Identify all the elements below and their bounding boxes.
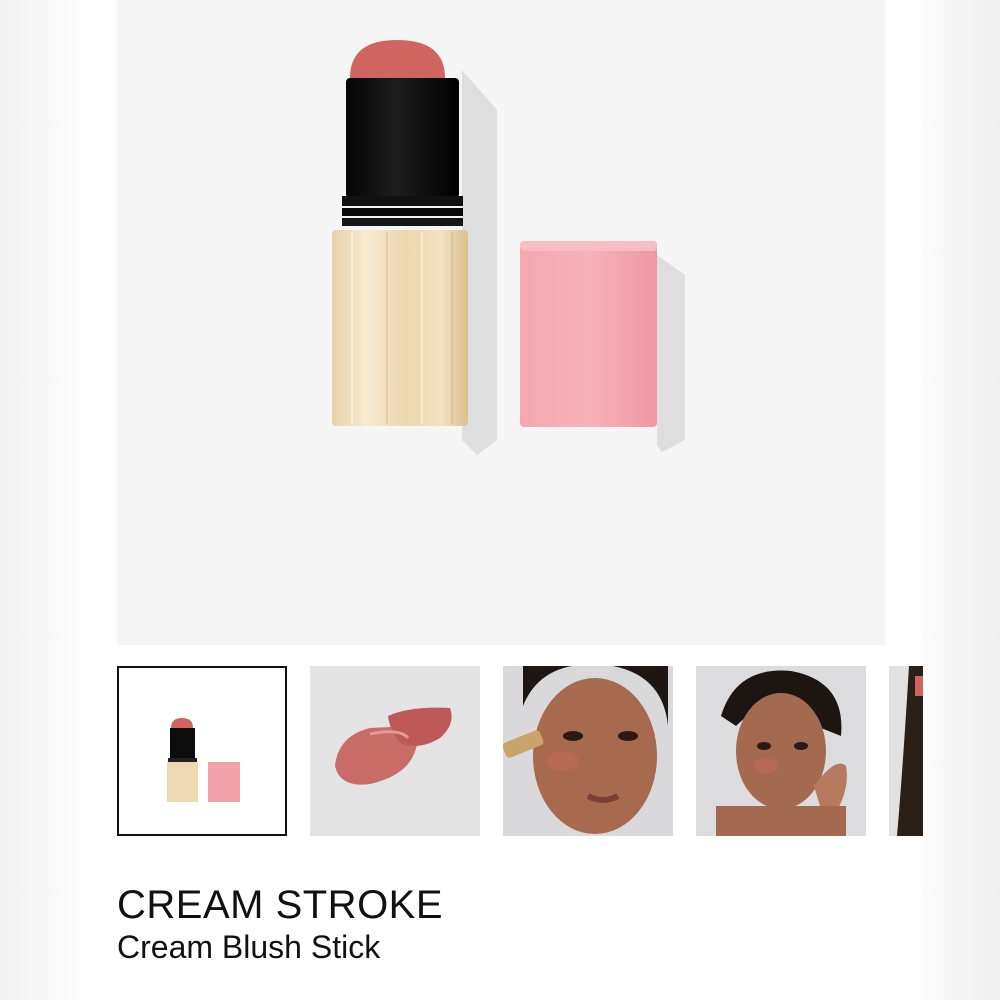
model-applying-blush-icon	[503, 666, 673, 836]
thumbnail-model-cheek[interactable]	[696, 666, 866, 836]
product-title: CREAM STROKE	[117, 883, 444, 927]
right-edge-blur	[922, 0, 1000, 1000]
thumbnail-model-applying[interactable]	[503, 666, 673, 836]
thumbnail-product[interactable]	[117, 666, 287, 836]
blush-swatch-icon	[310, 666, 480, 836]
thumbnail-swatch[interactable]	[310, 666, 480, 836]
main-product-image[interactable]	[117, 0, 885, 645]
partial-product-icon	[889, 666, 923, 836]
thumbnail-partial[interactable]	[889, 666, 923, 836]
model-touching-cheek-icon	[696, 666, 866, 836]
blush-stick-product-icon	[119, 668, 285, 834]
left-edge-blur	[0, 0, 80, 1000]
thumbnail-strip	[117, 666, 923, 838]
product-subtitle: Cream Blush Stick	[117, 929, 381, 965]
